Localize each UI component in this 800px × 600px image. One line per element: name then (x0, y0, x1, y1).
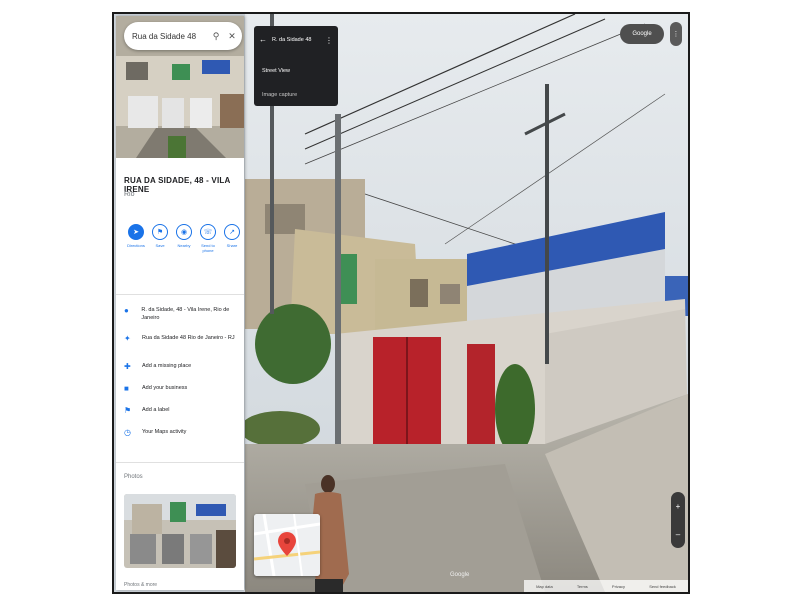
save-button[interactable]: ⚑ Save (152, 224, 168, 253)
street-view-frame: Rua da Sidade 48 ⚲ ✕ RUA DA SIDADE, 48 -… (112, 12, 690, 594)
place-info-panel: Rua da Sidade 48 ⚲ ✕ RUA DA SIDADE, 48 -… (116, 16, 244, 590)
address-text: R. da Sidade, 48 - Vila Irene, Rio de Ja… (141, 307, 230, 321)
photo-thumbnail[interactable] (124, 494, 236, 568)
google-watermark: Google (450, 572, 470, 578)
phone-icon: ☏ (200, 224, 216, 240)
label-icon: ⚑ (124, 406, 132, 415)
card-title: R. da Sidade 48 (272, 37, 312, 43)
mini-map[interactable] (254, 514, 320, 576)
share-icon: ↗ (224, 224, 240, 240)
footer-privacy[interactable]: Privacy (612, 584, 625, 589)
zoom-in-button[interactable]: + (676, 502, 681, 511)
photos-more-label: Photos & more (124, 582, 158, 588)
back-arrow-icon[interactable]: ← (259, 35, 267, 44)
add-business-row[interactable]: ■ Add your business (124, 384, 242, 394)
more-vert-icon[interactable]: ⋮ (325, 36, 333, 45)
share-label: Share (226, 243, 238, 248)
plus-code-text: Rua da Sidade 48 Rio de Janeiro - RJ (142, 335, 235, 341)
footer-feedback[interactable]: Send feedback (649, 584, 676, 589)
close-icon[interactable]: ✕ (226, 30, 238, 42)
apps-icon[interactable]: ⋮ (670, 22, 682, 46)
photos-heading: Photos (124, 474, 143, 480)
plus-code-row[interactable]: ✦ Rua da Sidade 48 Rio de Janeiro - RJ (124, 334, 242, 344)
footer-terms[interactable]: Terms (577, 584, 588, 589)
nearby-icon: ◉ (176, 224, 192, 240)
location-pin-icon: ● (124, 306, 129, 315)
address-row[interactable]: ● R. da Sidade, 48 - Vila Irene, Rio de … (124, 306, 242, 322)
directions-label: Directions (127, 243, 145, 248)
add-place-row[interactable]: ✚ Add a missing place (124, 362, 242, 372)
account-pill[interactable]: Google (620, 24, 664, 44)
footer-map-data[interactable]: Map data (536, 584, 553, 589)
place-subtitle: Rio (124, 191, 135, 198)
send-to-phone-button[interactable]: ☏ Send to phone (200, 224, 216, 253)
place-title: RUA DA SIDADE, 48 - VILA IRENE (124, 176, 231, 194)
maps-activity-text: Your Maps activity (142, 429, 187, 435)
map-footer: Map data Terms Privacy Send feedback (524, 580, 688, 592)
zoom-controls: + – (671, 492, 685, 548)
directions-button[interactable]: ➤ Directions (127, 224, 145, 253)
nearby-label: Nearby (177, 243, 191, 248)
nearby-button[interactable]: ◉ Nearby (176, 224, 192, 253)
maps-activity-row[interactable]: ◷ Your Maps activity (124, 428, 242, 438)
divider (116, 462, 244, 463)
add-place-text: Add a missing place (142, 363, 192, 369)
send-to-phone-label: Send to phone (201, 243, 215, 253)
divider (116, 294, 244, 295)
search-input[interactable]: Rua da Sidade 48 (132, 32, 210, 41)
add-label-text: Add a label (142, 407, 170, 413)
business-icon: ■ (124, 384, 129, 393)
card-location: Street View (262, 68, 291, 74)
save-label: Save (155, 243, 165, 248)
search-icon[interactable]: ⚲ (210, 30, 222, 42)
directions-icon: ➤ (128, 224, 144, 240)
card-date: Image capture (262, 92, 298, 98)
share-button[interactable]: ↗ Share (224, 224, 240, 253)
add-place-icon: ✚ (124, 362, 131, 371)
add-business-text: Add your business (142, 385, 188, 391)
zoom-out-button[interactable]: – (676, 530, 680, 539)
action-row: ➤ Directions ⚑ Save ◉ Nearby ☏ Send to p… (127, 224, 240, 253)
search-box[interactable]: Rua da Sidade 48 ⚲ ✕ (124, 22, 242, 50)
bookmark-icon: ⚑ (152, 224, 168, 240)
street-view-info-card[interactable]: ← R. da Sidade 48 ⋮ Street View Image ca… (254, 26, 338, 106)
history-icon: ◷ (124, 428, 131, 437)
plus-code-icon: ✦ (124, 334, 131, 343)
add-label-row[interactable]: ⚑ Add a label (124, 406, 242, 416)
